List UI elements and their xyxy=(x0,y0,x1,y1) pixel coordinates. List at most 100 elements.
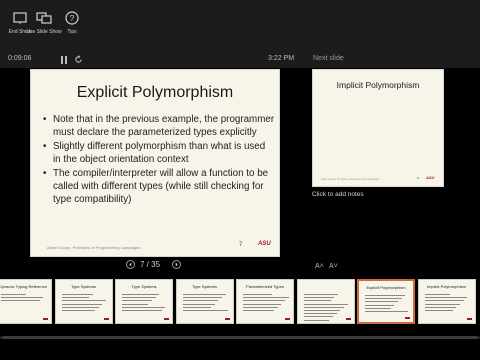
thumbnail-text-line xyxy=(61,309,96,311)
thumbnail-logo xyxy=(466,318,472,320)
thumbnail-text-line xyxy=(243,294,272,295)
elapsed-timer: 0:09:06 xyxy=(8,55,32,62)
thumbnail-text-line xyxy=(303,300,331,302)
current-slide: Explicit Polymorphism Note that in the p… xyxy=(30,69,280,257)
status-bar: 0:09:06 3:22 PM Next slide xyxy=(0,52,480,68)
thumbnail-text-line xyxy=(61,297,90,299)
reset-timer-icon[interactable] xyxy=(74,55,83,64)
thumbnail-text-line xyxy=(122,306,166,308)
thumbnail-text-line xyxy=(1,294,27,295)
thumbnail-text-line xyxy=(61,294,93,295)
thumbnail-text-line xyxy=(424,300,464,302)
slide-bullets: Note that in the previous example, the p… xyxy=(43,114,275,208)
thumbnail-text-line xyxy=(303,309,341,311)
thumbnail-title: Type Systems xyxy=(131,284,157,289)
thumbnail-text-line xyxy=(122,309,162,311)
next-slide-footer: Adam Doupé, Principles of Programming La… xyxy=(321,178,380,181)
thumbnail-text-line xyxy=(365,298,402,300)
decrease-font-button[interactable]: A˅ xyxy=(329,263,338,270)
bullet-item: Note that in the previous example, the p… xyxy=(43,114,275,139)
thumbnail-text-line xyxy=(424,297,468,299)
thumbnail-title: Parameterized Types xyxy=(246,284,284,289)
notes-placeholder[interactable]: Click to add notes xyxy=(312,191,364,198)
thumbnail-text-lines xyxy=(122,294,168,313)
filmstrip-scrollbar[interactable] xyxy=(2,336,478,339)
thumbnail-text-line xyxy=(303,303,348,305)
thumbnail-text-line xyxy=(243,309,274,311)
slide-thumbnail[interactable]: Implicit Polymorphism xyxy=(417,279,476,324)
thumbnail-logo xyxy=(405,317,410,319)
thumbnail-text-line xyxy=(365,295,406,296)
next-slide-title: Implicit Polymorphism xyxy=(336,80,420,90)
thumbnail-text-line xyxy=(122,303,149,305)
thumbnail-title: Dynamic Typing Reference xyxy=(0,284,47,289)
thumbnail-text-lines xyxy=(61,294,108,313)
thumbnail-text-line xyxy=(365,304,395,306)
tips-label: Tips xyxy=(67,29,77,35)
thumbnail-text-line xyxy=(424,306,457,308)
thumbnail-title: Type Systems xyxy=(191,284,218,289)
slide-footer: Adam Doupé, Principles of Programming La… xyxy=(47,245,141,250)
thumbnail-text-line xyxy=(182,300,219,302)
thumbnail-logo xyxy=(285,318,290,320)
thumbnail-text-line xyxy=(424,294,451,295)
thumbnail-text-lines xyxy=(365,295,411,314)
slide-thumbnail[interactable]: Type Systems xyxy=(175,279,234,324)
thumbnail-text-line xyxy=(61,300,107,302)
thumbnail-title: Implicit Polymorphism xyxy=(427,284,466,289)
thumbnail-text-line xyxy=(182,303,215,305)
next-slide-label: Next slide xyxy=(313,55,344,62)
thumbnail-text-line xyxy=(243,303,282,305)
thumbnail-text-line xyxy=(122,294,160,295)
slide-page-number: 7 xyxy=(239,242,243,248)
thumbnail-text-line xyxy=(303,297,335,299)
thumbnail-text-line xyxy=(424,309,453,311)
increase-font-button[interactable]: A˄ xyxy=(315,263,324,270)
thumbnail-text-lines xyxy=(1,294,47,304)
thumbnail-title: Type Systems xyxy=(70,284,97,289)
slide-thumbnail[interactable]: Type Systems xyxy=(54,279,113,324)
thumbnail-text-lines xyxy=(243,294,289,313)
clock: 3:22 PM xyxy=(268,55,295,62)
thumbnail-logo xyxy=(345,318,351,320)
thumbnail-text-line xyxy=(61,303,103,305)
thumbnail-text-line xyxy=(303,319,330,321)
tips-button[interactable]: ? Tips xyxy=(52,10,92,35)
previous-slide-icon[interactable] xyxy=(126,260,135,269)
thumbnail-text-lines xyxy=(303,294,350,323)
thumbnail-text-line xyxy=(243,300,285,302)
thumbnail-text-line xyxy=(182,306,212,308)
pause-icon[interactable] xyxy=(60,56,68,64)
thumbnail-text-line xyxy=(243,306,278,308)
slide-thumbnail[interactable]: Explicit Polymorphism xyxy=(357,279,415,324)
thumbnail-logo xyxy=(224,318,230,320)
slide-filmstrip: Dynamic Typing Reference Type Systems Type… xyxy=(0,279,480,331)
thumbnail-text-line xyxy=(424,303,460,305)
slide-thumbnail[interactable]: Parameterized Types xyxy=(236,279,294,324)
thumbnail-text-line xyxy=(303,306,344,308)
thumbnail-text-line xyxy=(303,313,337,315)
thumbnail-logo xyxy=(43,318,48,320)
thumbnail-text-line xyxy=(122,297,156,299)
thumbnail-logo xyxy=(164,318,169,320)
slide-title: Explicit Polymorphism xyxy=(76,84,234,101)
slide-thumbnail[interactable]: Dynamic Typing Reference xyxy=(0,279,52,324)
thumbnail-text-line xyxy=(303,294,338,295)
thumbnail-text-line xyxy=(182,294,226,295)
slide-thumbnail[interactable]: Type Systems xyxy=(115,279,173,324)
next-slide-preview[interactable]: Implicit Polymorphism Adam Doupé, Princi… xyxy=(312,69,444,187)
thumbnail-text-line xyxy=(1,300,40,302)
bullet-item: The compiler/interpreter will allow a fu… xyxy=(43,168,275,206)
slide-counter[interactable]: 7 / 35 xyxy=(140,260,160,269)
help-icon: ? xyxy=(65,11,79,25)
next-slide-icon[interactable] xyxy=(172,260,181,269)
thumbnail-text-lines xyxy=(182,294,229,313)
presenter-toolbar: End Show Use Slide Show ? Tips xyxy=(0,0,480,52)
thumbnail-text-lines xyxy=(424,294,471,313)
thumbnail-text-line xyxy=(61,306,99,308)
thumbnail-text-line xyxy=(122,300,152,302)
notes-panel[interactable]: Click to add notes A˄ A˅ xyxy=(312,191,478,270)
next-slide-page-number: 8 xyxy=(417,176,419,180)
slide-thumbnail[interactable] xyxy=(296,279,355,324)
thumbnail-text-line xyxy=(182,297,223,299)
